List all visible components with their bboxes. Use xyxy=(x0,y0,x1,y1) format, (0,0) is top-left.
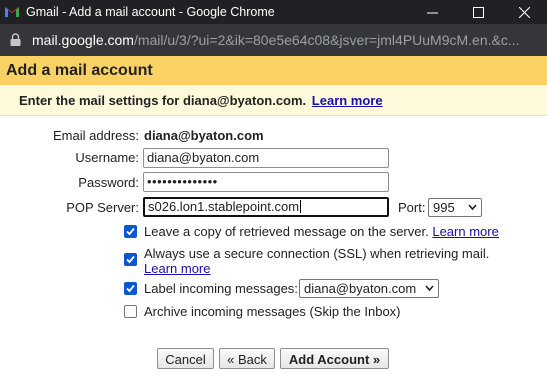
leave-copy-text-wrap: Leave a copy of retrieved message on the… xyxy=(144,224,499,239)
ssl-label: Always use a secure connection (SSL) whe… xyxy=(144,246,490,261)
port-select-value: 995 xyxy=(433,200,455,215)
checkmark-icon xyxy=(126,227,135,236)
window-titlebar: Gmail - Add a mail account - Google Chro… xyxy=(0,0,547,24)
dialog-title: Add a mail account xyxy=(6,62,153,79)
archive-label: Archive incoming messages (Skip the Inbo… xyxy=(144,304,401,319)
archive-checkbox[interactable] xyxy=(124,305,137,318)
username-input[interactable]: diana@byaton.com xyxy=(143,148,389,168)
close-button[interactable] xyxy=(501,0,547,24)
address-bar[interactable]: mail.google.com/mail/u/3/?ui=2&ik=80e5e6… xyxy=(0,24,547,56)
label-messages-checkbox[interactable] xyxy=(124,282,137,295)
add-account-button[interactable]: Add Account » xyxy=(280,348,389,369)
label-messages-label: Label incoming messages: xyxy=(144,281,298,296)
subheader-text: Enter the mail settings for diana@byaton… xyxy=(19,93,307,108)
cancel-button[interactable]: Cancel xyxy=(157,348,214,369)
port-label: Port: xyxy=(398,200,426,215)
add-mail-account-dialog: Add a mail account Enter the mail settin… xyxy=(0,56,547,377)
password-label: Password: xyxy=(78,175,139,190)
pop-server-input[interactable]: s026.lon1.stablepoint.com xyxy=(143,197,389,217)
dialog-subheader: Enter the mail settings for diana@byaton… xyxy=(0,85,547,116)
url-text[interactable]: mail.google.com/mail/u/3/?ui=2&ik=80e5e6… xyxy=(32,32,542,48)
lock-icon xyxy=(10,33,21,46)
email-address-value: diana@byaton.com xyxy=(144,128,264,143)
leave-copy-label: Leave a copy of retrieved message on the… xyxy=(144,224,429,239)
subheader-text-wrap: Enter the mail settings for diana@byaton… xyxy=(19,93,383,108)
maximize-button[interactable] xyxy=(455,0,501,24)
checkmark-icon xyxy=(126,284,135,293)
leave-copy-learn-more-link[interactable]: Learn more xyxy=(432,224,498,239)
chevron-down-icon xyxy=(425,285,434,292)
password-input[interactable]: •••••••••••••• xyxy=(143,172,389,192)
checkmark-icon xyxy=(126,255,135,264)
learn-more-link[interactable]: Learn more xyxy=(312,93,383,108)
username-label: Username: xyxy=(75,150,139,165)
gmail-logo-icon xyxy=(5,7,19,17)
url-path: /mail/u/3/?ui=2&ik=80e5e64c08&jsver=jml4… xyxy=(133,32,520,48)
label-select[interactable]: diana@byaton.com xyxy=(299,279,439,298)
back-button[interactable]: « Back xyxy=(219,348,275,369)
leave-copy-checkbox[interactable] xyxy=(124,225,137,238)
label-select-value: diana@byaton.com xyxy=(304,281,417,296)
ssl-learn-more-link[interactable]: Learn more xyxy=(144,261,210,276)
minimize-icon xyxy=(426,12,438,13)
text-caret xyxy=(300,200,302,213)
dialog-header: Add a mail account xyxy=(0,56,547,85)
pop-server-value: s026.lon1.stablepoint.com xyxy=(148,199,300,214)
ssl-checkbox[interactable] xyxy=(124,253,137,266)
close-icon xyxy=(518,6,530,18)
chevron-down-icon xyxy=(468,204,477,211)
maximize-icon xyxy=(472,6,484,18)
port-select[interactable]: 995 xyxy=(428,198,482,217)
email-address-label: Email address: xyxy=(53,128,139,143)
window-title: Gmail - Add a mail account - Google Chro… xyxy=(26,5,275,19)
url-host: mail.google.com xyxy=(32,32,134,48)
minimize-button[interactable] xyxy=(409,0,455,24)
pop-server-label: POP Server: xyxy=(66,200,139,215)
